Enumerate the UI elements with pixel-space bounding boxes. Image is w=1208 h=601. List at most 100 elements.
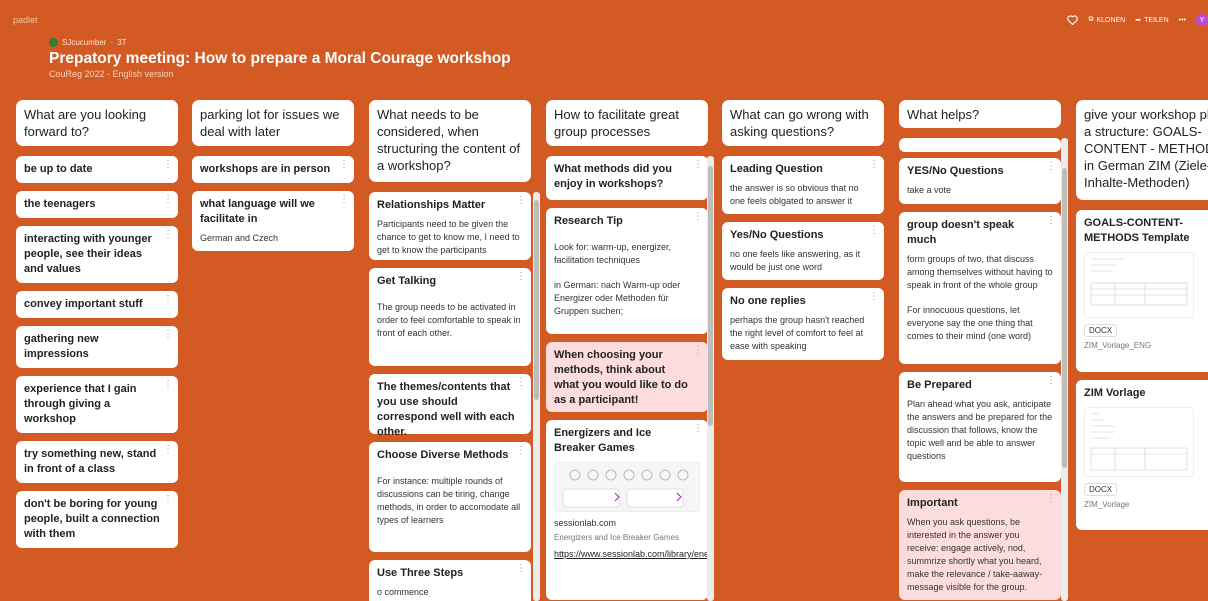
column-what-helps: What helps? YES/No Questions take a vote ⋮… [899, 100, 1068, 601]
post-menu-icon[interactable]: ⋮ [1046, 162, 1056, 172]
column-title: What needs to be considered, when struct… [369, 100, 531, 182]
post-menu-icon[interactable]: ⋮ [1046, 376, 1056, 386]
scrollbar-thumb[interactable] [1062, 168, 1067, 468]
column-title: How to facilitate great group processes [546, 100, 708, 146]
post-menu-icon[interactable]: ⋮ [163, 445, 173, 455]
post-card[interactable]: Relationships Matter Participants need to… [369, 192, 531, 260]
post-age: 3T [117, 38, 127, 47]
column-title: give your workshop plan a structure: GOA… [1076, 100, 1208, 200]
post-menu-icon[interactable]: ⋮ [516, 564, 526, 574]
post-menu-icon[interactable]: ⋮ [163, 380, 173, 390]
post-card-partial[interactable] [899, 138, 1061, 152]
post-menu-icon[interactable]: ⋮ [339, 195, 349, 205]
column-group-processes: How to facilitate great group processes … [546, 100, 714, 601]
column-asking-questions: What can go wrong with asking questions?… [722, 100, 884, 360]
link-url[interactable]: https://www.sessionlab.com/library/energ… [554, 548, 708, 561]
board-subtitle: CouReg 2022 - English version [49, 69, 174, 79]
clone-icon: ⧉ [1088, 16, 1094, 23]
author-avatar [49, 38, 58, 47]
column-scrollbar[interactable] [1061, 138, 1068, 601]
post-menu-icon[interactable]: ⋮ [163, 495, 173, 505]
attachment-card[interactable]: GOALS-CONTENT-METHODS Template DOCX ZIM_… [1076, 210, 1208, 372]
post-menu-icon[interactable]: ⋮ [339, 160, 349, 170]
post-card[interactable]: try something new, stand in front of a c… [16, 441, 178, 483]
post-card[interactable]: Use Three Steps o commence ⋮ [369, 560, 531, 601]
link-caption: Energizers and Ice Breaker Games [554, 533, 679, 542]
post-menu-icon[interactable]: ⋮ [1046, 216, 1056, 226]
author-line: SJcucumber · 3T [49, 38, 126, 47]
post-menu-icon[interactable]: ⋮ [693, 160, 703, 170]
post-card[interactable]: Get Talking The group needs to be activat… [369, 268, 531, 366]
post-menu-icon[interactable]: ⋮ [1046, 494, 1056, 504]
post-menu-icon[interactable]: ⋮ [516, 196, 526, 206]
file-type-badge: DOCX [1084, 324, 1118, 337]
post-card[interactable]: convey important stuff ⋮ [16, 291, 178, 318]
document-preview-image[interactable] [1084, 407, 1194, 477]
post-menu-icon[interactable]: ⋮ [869, 292, 879, 302]
post-menu-icon[interactable]: ⋮ [693, 346, 703, 356]
post-menu-icon[interactable]: ⋮ [163, 330, 173, 340]
column-title: parking lot for issues we deal with late… [192, 100, 354, 146]
post-menu-icon[interactable]: ⋮ [163, 295, 173, 305]
board-title: Prepatory meeting: How to prepare a Mora… [49, 50, 511, 67]
post-menu-icon[interactable]: ⋮ [869, 226, 879, 236]
scrollbar-thumb[interactable] [534, 200, 539, 400]
post-menu-icon[interactable]: ⋮ [163, 160, 173, 170]
heart-icon[interactable] [1067, 15, 1079, 25]
author-name[interactable]: SJcucumber [62, 38, 106, 47]
column-workshop-structure: give your workshop plan a structure: GOA… [1076, 100, 1208, 601]
post-card[interactable]: Research Tip Look for: warm-up, energizer… [546, 208, 708, 334]
attachment-card[interactable]: ZIM Vorlage DOCX ZIM_Vorlage [1076, 380, 1208, 530]
link-preview-image[interactable] [554, 462, 700, 512]
column-title: What can go wrong with asking questions? [722, 100, 884, 146]
column-parking-lot: parking lot for issues we deal with late… [192, 100, 354, 251]
post-menu-icon[interactable]: ⋮ [516, 446, 526, 456]
user-avatar[interactable]: Y [1196, 14, 1208, 26]
link-domain: sessionlab.com [554, 518, 617, 528]
post-card[interactable]: don't be boring for young people, built … [16, 491, 178, 548]
column-scrollbar[interactable] [707, 156, 714, 601]
post-card[interactable]: No one replies perhaps the group hasn't r… [722, 288, 884, 360]
post-card[interactable]: what language will we facilitate in Germa… [192, 191, 354, 251]
post-menu-icon[interactable]: ⋮ [163, 230, 173, 240]
more-menu-button[interactable]: ••• [1179, 17, 1186, 24]
post-menu-icon[interactable]: ⋮ [869, 160, 879, 170]
post-menu-icon[interactable]: ⋮ [693, 212, 703, 222]
post-menu-icon[interactable]: ⋮ [693, 424, 703, 434]
post-card[interactable]: group doesn't speak much form groups of t… [899, 212, 1061, 364]
post-card[interactable]: YES/No Questions take a vote ⋮ [899, 158, 1061, 204]
share-icon: ➦ [1135, 17, 1142, 24]
column-title: What helps? [899, 100, 1061, 128]
column-scrollbar[interactable] [533, 192, 540, 601]
file-name: ZIM_Vorlage_ENG [1084, 341, 1152, 350]
post-card[interactable]: the teenagers ⋮ [16, 191, 178, 218]
column-looking-forward: What are you looking forward to? be up t… [16, 100, 178, 548]
post-card[interactable]: The themes/contents that you use should … [369, 374, 531, 438]
padlet-logo[interactable]: padlet [13, 15, 38, 25]
board-header: padlet SJcucumber · 3T Prepatory meeting… [0, 0, 1208, 95]
file-name: ZIM_Vorlage [1084, 500, 1130, 509]
share-button[interactable]: ➦ TEILEN [1135, 16, 1168, 25]
post-menu-icon[interactable]: ⋮ [516, 272, 526, 282]
post-card[interactable]: gathering new impressions ⋮ [16, 326, 178, 368]
column-structuring-content: What needs to be considered, when struct… [369, 100, 540, 601]
post-card[interactable]: workshops are in person ⋮ [192, 156, 354, 183]
column-title: What are you looking forward to? [16, 100, 178, 146]
post-card[interactable]: be up to date ⋮ [16, 156, 178, 183]
post-card[interactable]: What methods did you enjoy in workshops?… [546, 156, 708, 200]
post-card[interactable]: Yes/No Questions no one feels like answer… [722, 222, 884, 280]
post-menu-icon[interactable]: ⋮ [516, 378, 526, 388]
scrollbar-thumb[interactable] [708, 166, 713, 426]
post-card[interactable]: Important When you ask questions, be inte… [899, 490, 1061, 600]
post-card[interactable]: Energizers and Ice Breaker Games session… [546, 420, 708, 600]
post-card[interactable]: Be Prepared Plan ahead what you ask, anti… [899, 372, 1061, 482]
document-preview-image[interactable] [1084, 252, 1194, 318]
clone-button[interactable]: ⧉ KLONEN [1088, 16, 1125, 24]
post-card[interactable]: interacting with younger people, see the… [16, 226, 178, 283]
post-card[interactable]: When choosing your methods, think about … [546, 342, 708, 412]
post-card[interactable]: experience that I gain through giving a … [16, 376, 178, 433]
post-menu-icon[interactable]: ⋮ [163, 195, 173, 205]
file-type-badge: DOCX [1084, 483, 1118, 496]
post-card[interactable]: Choose Diverse Methods For instance: mult… [369, 442, 531, 552]
post-card[interactable]: Leading Question the answer is so obvious… [722, 156, 884, 214]
